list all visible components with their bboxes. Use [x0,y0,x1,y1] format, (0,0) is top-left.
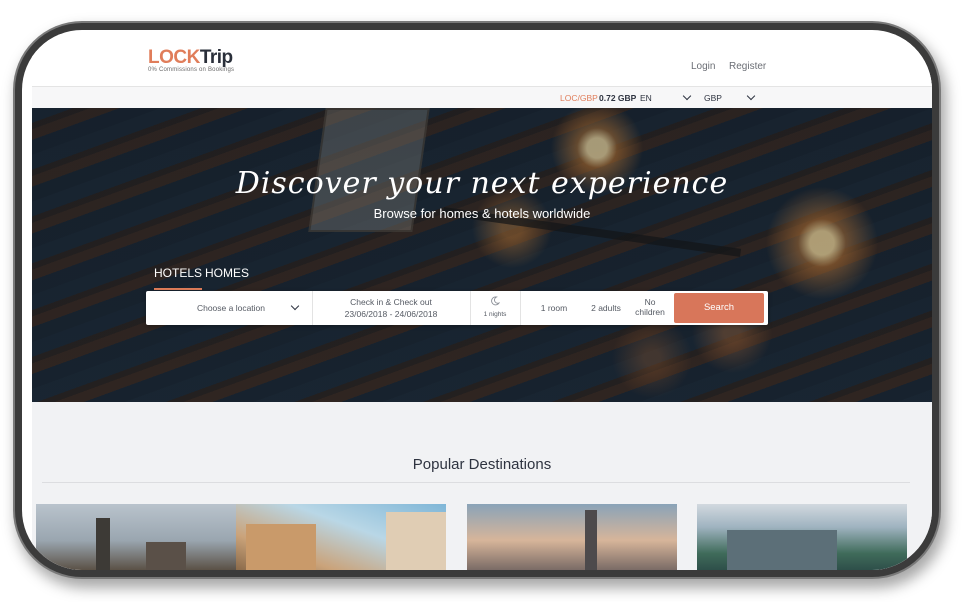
currency-value: GBP [704,93,722,103]
hero-overlay [32,108,932,402]
logo-trip-text: Trip [199,47,233,68]
guests-select[interactable]: 1 room 2 adults No children [520,291,672,325]
nights-display: 1 nights [470,291,521,325]
nights-value: 1 nights [483,311,507,318]
big-ben-image [96,518,110,570]
date-range-picker[interactable]: Check in & Check out 23/06/2018 - 24/06/… [312,291,471,325]
search-bar: Choose a location Check in & Check out 2… [146,291,768,325]
locktrip-logo[interactable]: LOCKTrip 0% Commissions on Bookings [148,48,235,74]
dates-value: 23/06/2018 - 24/06/2018 [344,309,438,319]
chevron-down-icon [746,91,756,101]
destination-card-madrid[interactable] [236,504,446,570]
dates-label: Check in & Check out [350,297,432,307]
hero-title: Discover your next experience [235,166,729,201]
location-placeholder: Choose a location [196,303,266,313]
search-button[interactable]: Search [674,293,764,323]
language-value: EN [640,93,652,103]
chevron-down-icon [290,301,300,311]
section-divider [42,482,910,483]
destination-card-sydney[interactable] [697,504,907,570]
device-frame: LOCKTrip 0% Commissions on Bookings Logi… [22,30,932,570]
login-link[interactable]: Login [691,61,715,72]
location-select[interactable]: Choose a location [146,291,313,325]
hero-banner: Discover your next experience Browse for… [32,108,932,402]
register-link[interactable]: Register [729,61,766,72]
rooms-value: 1 room [540,303,568,313]
rate-value: 0.72 GBP [599,93,637,103]
eiffel-tower-image [585,510,597,570]
adults-value: 2 adults [591,303,621,313]
browser-screen: LOCKTrip 0% Commissions on Bookings Logi… [32,34,932,570]
destination-card-london[interactable] [36,504,246,570]
logo-wordmark: LOCKTrip [148,48,234,68]
skyline-image [727,530,837,570]
tab-homes[interactable]: HOMES [205,266,249,288]
chevron-down-icon [682,91,692,101]
hero-subtitle: Browse for homes & hotels worldwide [373,206,591,221]
tab-hotels[interactable]: HOTELS [154,266,203,290]
popular-destinations-title: Popular Destinations [412,456,552,473]
children-value: No children [635,297,665,317]
rate-label: LOC/GBP [560,93,598,103]
currency-select[interactable]: GBP [704,91,756,103]
city-building-image [146,542,186,570]
building-facade-image [246,524,316,570]
language-select[interactable]: EN [640,91,692,103]
logo-lock-text: LOCK [148,47,200,68]
logo-tagline: 0% Commissions on Bookings [148,67,235,73]
building-facade-image [386,512,446,570]
site-header: LOCKTrip 0% Commissions on Bookings Logi… [32,34,932,87]
currency-bar: LOC/GBP 0.72 GBP EN GBP [32,87,932,108]
destination-card-paris[interactable] [467,504,677,570]
moon-icon [491,296,500,306]
